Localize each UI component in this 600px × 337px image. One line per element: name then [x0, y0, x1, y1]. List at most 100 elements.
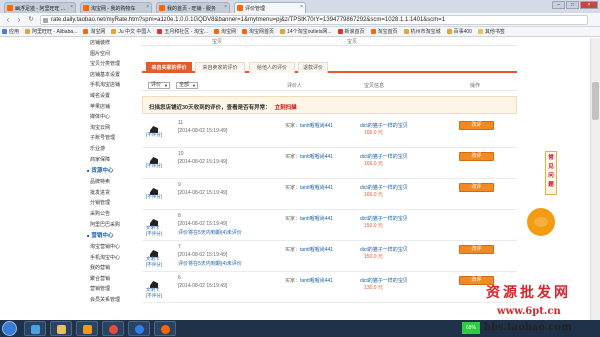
- bookmark-label: 淘宝网首页: [249, 29, 275, 35]
- product-link[interactable]: dict的猫子一样的宝贝: [360, 153, 408, 160]
- modify-rate-button[interactable]: 改评: [459, 245, 494, 254]
- browser-tab[interactable]: 淘宝网 - 我的购物车 ×: [80, 2, 152, 13]
- buyer-link[interactable]: tantt喔喔尚441: [300, 247, 333, 253]
- product-link[interactable]: dict的猫子一样的宝贝: [360, 122, 408, 129]
- buyer-link[interactable]: tantt喔喔尚441: [300, 123, 333, 129]
- bookmark-item[interactable]: 淘宝首页: [370, 28, 398, 35]
- close-icon[interactable]: ×: [70, 4, 73, 10]
- bookmark-icon: [337, 29, 343, 34]
- browser-tab[interactable]: 幽浮足迹 - 阿里旺旺 ... ×: [4, 2, 76, 13]
- bookmark-item[interactable]: 淘宝网: [214, 28, 236, 35]
- sidebar-item[interactable]: 采购公告: [84, 209, 132, 220]
- bookmark-item[interactable]: 杭州市淘宝城: [403, 28, 441, 35]
- close-icon[interactable]: ×: [146, 4, 149, 10]
- buyer-link[interactable]: tantt喔喔尚441: [300, 216, 333, 222]
- sidebar-item[interactable]: 淘宝营销中心: [84, 242, 132, 253]
- browser-tab-active[interactable]: 评价管理 ×: [234, 2, 306, 13]
- bookmark-item[interactable]: 阿里旺旺 - Alibaba...: [25, 28, 77, 35]
- sidebar-item[interactable]: 乐业游: [84, 144, 132, 155]
- rate-range-select[interactable]: 全部 ▼: [176, 82, 198, 89]
- sidebar-item[interactable]: 苹果店铺: [84, 102, 132, 113]
- bookmark-item[interactable]: 应用: [2, 28, 19, 35]
- modify-rate-button[interactable]: 改评: [459, 183, 494, 192]
- sidebar-item[interactable]: 手机淘宝店铺: [84, 80, 132, 91]
- chevron-down-icon: ▼: [192, 83, 196, 88]
- bookmark-item[interactable]: 五月和社区 - 淘宝...: [157, 28, 208, 35]
- sidebar-item[interactable]: 店铺基本设置: [84, 70, 132, 81]
- bookmark-item[interactable]: 14个淘宝outlets网...: [280, 28, 332, 35]
- product-link[interactable]: dict的猫子一样的宝贝: [360, 277, 408, 284]
- scrollbar-thumb[interactable]: [592, 82, 599, 120]
- minimize-button[interactable]: –: [552, 1, 565, 9]
- close-window-button[interactable]: ×: [580, 1, 598, 9]
- page-scrollbar[interactable]: [590, 38, 600, 320]
- mascot-icon[interactable]: [527, 208, 555, 236]
- sidebar-item[interactable]: 营销管理: [84, 284, 132, 295]
- bookmark-item[interactable]: 新浪首页: [337, 28, 365, 35]
- sidebar-item[interactable]: 宝贝分类管理: [84, 59, 132, 70]
- tab-refund-rates[interactable]: 退款评价: [298, 62, 328, 73]
- forward-icon[interactable]: ›: [14, 15, 24, 25]
- tab-from-buyers[interactable]: 来自买家的评价: [146, 62, 192, 73]
- rate-date: [2014-08-02 15:19:49]: [178, 190, 228, 196]
- taskbar-app-ie[interactable]: [128, 321, 150, 336]
- bookmark-folder[interactable]: 其他书签: [477, 28, 505, 35]
- product-price: 150.0 元: [364, 223, 383, 229]
- product-link[interactable]: dict的猫子一样的宝贝: [360, 215, 408, 222]
- bookmark-icon: [280, 29, 286, 34]
- bookmark-item[interactable]: 百事400: [446, 28, 472, 35]
- sidebar-item[interactable]: 淘宝云网: [84, 123, 132, 134]
- start-button[interactable]: [2, 321, 17, 336]
- close-icon[interactable]: ×: [300, 4, 303, 10]
- modify-rate-button[interactable]: 改评: [459, 121, 494, 130]
- taskbar-app-explorer[interactable]: [24, 321, 46, 336]
- scan-now-link[interactable]: 立刻扫描: [275, 105, 297, 111]
- bookmark-item[interactable]: 淘宝网首页: [242, 28, 274, 35]
- reload-icon[interactable]: ↻: [26, 15, 36, 25]
- tab-from-sellers[interactable]: 来自卖家的评价: [195, 62, 245, 73]
- column-header-rater: 评价人: [287, 83, 303, 89]
- close-icon[interactable]: ×: [224, 4, 227, 10]
- taobao-icon: [159, 5, 165, 11]
- sidebar-item[interactable]: 聚合营销: [84, 274, 132, 285]
- sidebar-item[interactable]: 阿里巴巴采购: [84, 220, 132, 231]
- product-link[interactable]: dict的猫子一样的宝贝: [360, 184, 408, 191]
- sidebar-section-title[interactable]: 货源中心: [84, 165, 132, 177]
- buyer-link[interactable]: tantt喔喔尚441: [300, 185, 333, 191]
- explorer-icon: [31, 325, 40, 334]
- rate-count: 9: [178, 182, 181, 188]
- tab-to-others[interactable]: 给他人的评价: [249, 62, 295, 73]
- rate-type-select[interactable]: 评价 ▼: [148, 82, 170, 89]
- sidebar-item[interactable]: 子账号管理: [84, 133, 132, 144]
- product-link[interactable]: dict的猫子一样的宝贝: [360, 246, 408, 253]
- modify-rate-button[interactable]: 改评: [459, 152, 494, 161]
- buyer-link[interactable]: tantt喔喔尚441: [300, 278, 333, 284]
- sidebar-item[interactable]: 商家保障: [84, 155, 132, 166]
- tray-badge[interactable]: 68%: [462, 322, 480, 334]
- sidebar-item[interactable]: 我的营销: [84, 263, 132, 274]
- faq-float-button[interactable]: 常见问题: [545, 151, 557, 195]
- tab-label: 淘宝网 - 我的购物车: [91, 6, 136, 12]
- taskbar-app-wangwang[interactable]: [154, 321, 176, 336]
- taskbar-app-media[interactable]: [76, 321, 98, 336]
- back-icon[interactable]: ‹: [3, 15, 13, 25]
- sidebar-item[interactable]: 手机淘宝中心: [84, 253, 132, 264]
- taskbar-app-chrome[interactable]: [102, 321, 124, 336]
- url-input[interactable]: rate.daily.taobao.net/myRate.htm?spm=a1z…: [40, 15, 588, 25]
- taskbar-app-folder[interactable]: [50, 321, 72, 336]
- sidebar-item[interactable]: 会员关系管理: [84, 295, 132, 306]
- maximize-button[interactable]: □: [566, 1, 579, 9]
- sidebar-item[interactable]: 批发进货: [84, 188, 132, 199]
- sidebar-item[interactable]: 品牌特卖: [84, 177, 132, 188]
- sidebar-item[interactable]: 店铺装修: [84, 38, 132, 49]
- sidebar-item[interactable]: 图片空间: [84, 49, 132, 60]
- bookmark-item[interactable]: Ju 中文 中国人: [111, 28, 151, 35]
- column-header-action: 操作: [470, 83, 481, 89]
- sidebar-item[interactable]: 域名设置: [84, 91, 132, 102]
- bookmark-item[interactable]: 淘宝网: [83, 28, 105, 35]
- browser-tab[interactable]: 我的首页 - 旺铺 - 服务 ×: [156, 2, 230, 13]
- sidebar-item[interactable]: 分销管理: [84, 198, 132, 209]
- sidebar-item[interactable]: 媒体中心: [84, 112, 132, 123]
- sidebar-section-title[interactable]: 营销中心: [84, 230, 132, 242]
- buyer-link[interactable]: tantt喔喔尚441: [300, 154, 333, 160]
